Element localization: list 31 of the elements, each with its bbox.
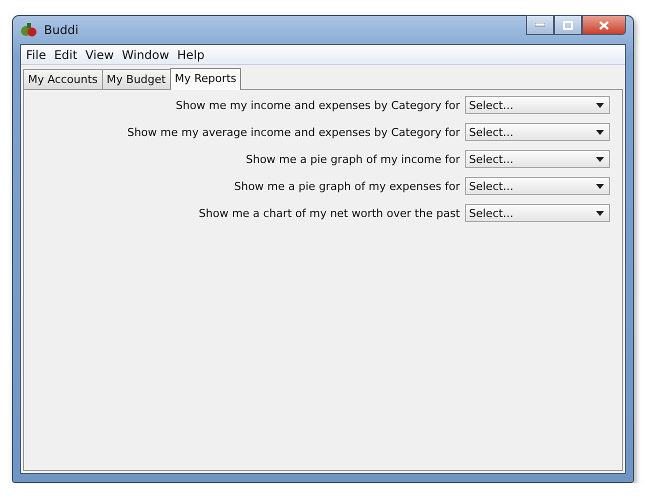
tab[interactable]: My Budget [102,69,171,89]
minimize-icon [535,23,545,27]
maximize-button[interactable] [554,15,582,35]
menu-item[interactable]: View [81,48,118,62]
caret-icon [596,102,604,108]
select-dropdown[interactable]: Select... [465,150,610,168]
select-dropdown[interactable]: Select... [465,177,610,195]
close-icon [599,20,609,30]
close-button[interactable] [582,15,626,35]
select-dropdown[interactable]: Select... [465,96,610,114]
maximize-icon [563,20,573,30]
report-label: Show me my average income and expenses by Category for [127,126,460,138]
tab[interactable]: My Reports [170,68,242,90]
report-label: Show me a pie graph of my expenses for [234,180,460,192]
menu-item[interactable]: Help [173,48,209,62]
caret-icon [596,130,604,134]
minimize-button[interactable] [526,15,554,35]
report-label: Show me a chart of my net worth over the past [198,206,460,220]
select-dropdown[interactable]: Select... [465,123,610,141]
app-icon [20,22,38,38]
menu-item[interactable]: Window [118,48,174,62]
caret-icon [596,184,604,188]
menu-item[interactable]: File [22,48,50,62]
caret-icon [596,156,604,162]
select-dropdown[interactable]: Select... [465,204,610,222]
window-title: Buddi [44,23,78,37]
report-label: Show me a pie graph of my income for [246,152,460,166]
tab[interactable]: My Accounts [23,69,103,89]
menu-item[interactable]: Edit [50,48,82,62]
report-label: Show me my income and expenses by Category for [176,98,460,112]
caret-icon [596,210,604,216]
